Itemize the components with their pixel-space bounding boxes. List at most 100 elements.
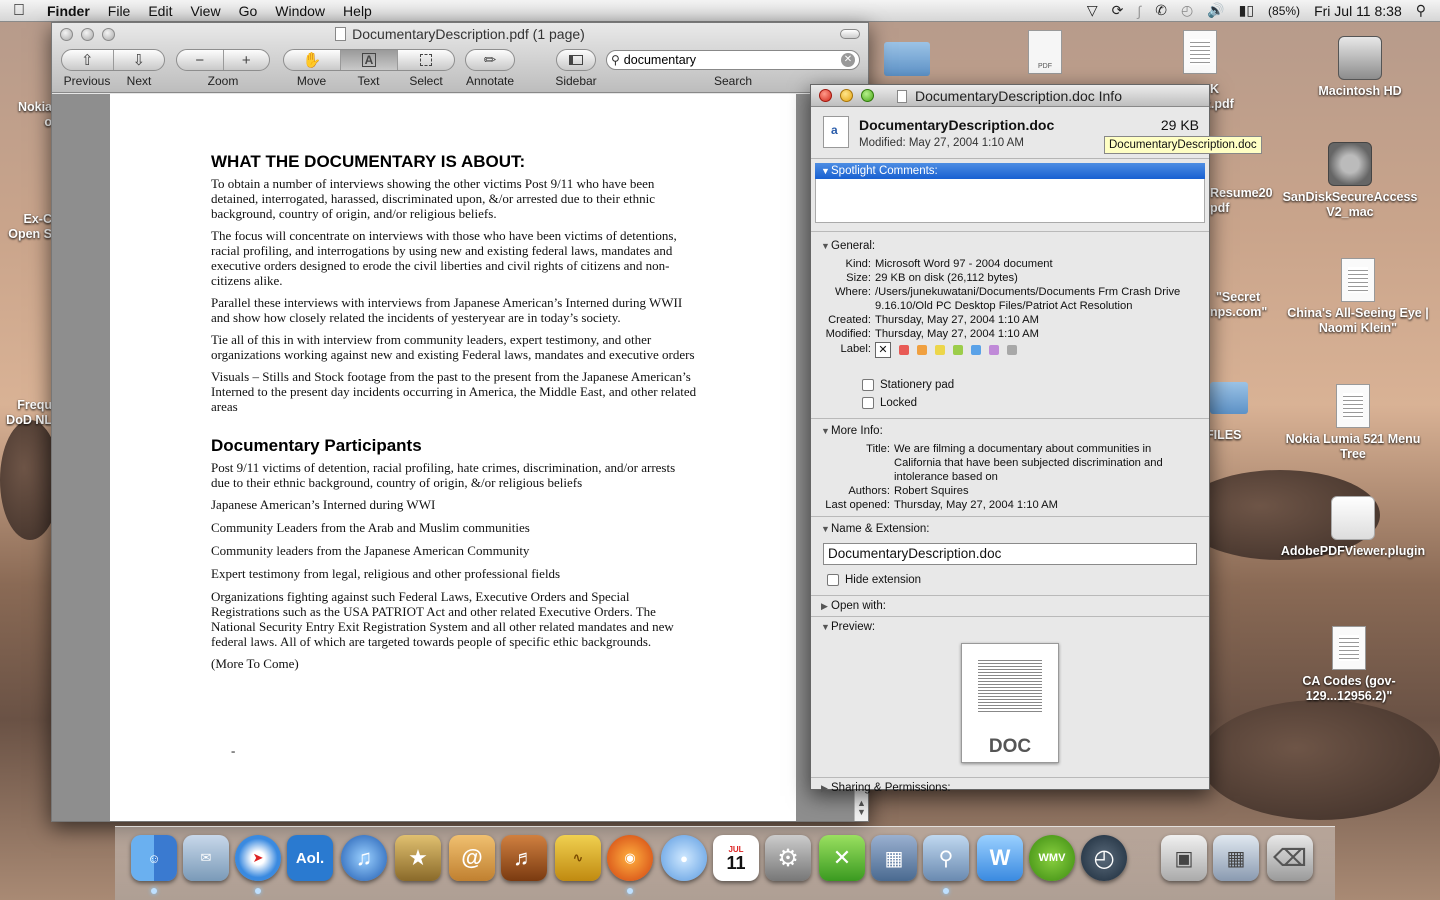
word-dock-icon[interactable]: W — [977, 835, 1023, 881]
menu-file[interactable]: File — [99, 3, 140, 19]
safari-dock-icon[interactable]: ➤ — [235, 835, 281, 881]
aol-dock-icon[interactable]: Aol. — [287, 835, 333, 881]
zoom-button[interactable] — [861, 89, 874, 102]
menu-view[interactable]: View — [181, 3, 229, 19]
name-extension-field[interactable]: DocumentaryDescription.doc — [823, 543, 1197, 565]
zoom-out-button[interactable]: − — [177, 50, 224, 70]
pdf-page[interactable]: WHAT THE DOCUMENTARY IS ABOUT: To obtain… — [110, 94, 796, 821]
locked-checkbox[interactable]: Locked — [811, 394, 1209, 412]
desktop-pdf-icon[interactable]: PDF — [1028, 30, 1062, 74]
clear-search-icon[interactable]: ✕ — [841, 53, 855, 67]
finder-dock-icon[interactable]: ☺ — [131, 835, 177, 881]
phone-icon[interactable]: ✆ — [1155, 2, 1167, 19]
menu-app-name[interactable]: Finder — [38, 3, 99, 19]
scroll-arrows-icon[interactable]: ▲ ▼ — [857, 799, 866, 817]
menubar-clock[interactable]: Fri Jul 11 8:38 — [1314, 3, 1402, 19]
move-tool-button[interactable]: ✋ — [284, 50, 341, 70]
desktop-folder-icon[interactable] — [884, 42, 930, 76]
excel-dock-icon[interactable]: ✕ — [819, 835, 865, 881]
wmv-label: WMV — [1038, 852, 1066, 864]
text-tool-button[interactable]: A — [341, 50, 398, 70]
partial-label-line: Ex-C — [23, 212, 52, 226]
sidebar-button[interactable] — [557, 50, 595, 70]
desktop-icon-ca-codes[interactable]: CA Codes (gov-129...12956.2)" — [1274, 626, 1424, 704]
mail-dock-icon[interactable]: ✉ — [183, 835, 229, 881]
volume-icon[interactable]: 🔊 — [1207, 2, 1224, 19]
sync-icon[interactable]: ⟳ — [1112, 2, 1124, 19]
desktop-partial-label-freq[interactable]: Frequ DoD NL — [0, 398, 52, 428]
desktop-partial-label-nokia[interactable]: Nokia o — [0, 100, 52, 130]
expose-dock-icon[interactable]: ▦ — [871, 835, 917, 881]
itunes-dock-icon[interactable]: ♫ — [341, 835, 387, 881]
label-orange[interactable] — [917, 345, 927, 355]
label-blue[interactable] — [971, 345, 981, 355]
label-yellow[interactable] — [935, 345, 945, 355]
system-preferences-dock-icon[interactable]: ⚙ — [765, 835, 811, 881]
desktop-doc-icon-top[interactable] — [1183, 30, 1217, 74]
address-book-dock-icon[interactable]: @ — [449, 835, 495, 881]
toolbar-toggle-button[interactable] — [840, 29, 860, 39]
no-label-x-icon[interactable]: ✕ — [875, 342, 891, 358]
label-purple[interactable] — [989, 345, 999, 355]
label-gray[interactable] — [1007, 345, 1017, 355]
desktop-partial-label-ex[interactable]: Ex-C Open S — [0, 212, 52, 242]
stack-documents-dock-icon[interactable]: ▣ — [1161, 835, 1207, 881]
desktop-partial-label-secret[interactable]: "Secret nps.com" — [1210, 290, 1280, 320]
desktop-icon-sandisk[interactable]: SanDiskSecureAccess V2_mac — [1275, 142, 1425, 220]
search-field[interactable]: ⚲ ✕ — [606, 50, 860, 70]
label-green[interactable] — [953, 345, 963, 355]
sound-app-dock-icon[interactable]: ∿ — [555, 835, 601, 881]
sidebar-group — [556, 49, 596, 71]
open-with-header[interactable]: ▶ Open with: — [811, 596, 1209, 616]
desktop-folder-icon-files[interactable] — [1210, 382, 1248, 414]
pdf-viewport[interactable]: WHAT THE DOCUMENTARY IS ABOUT: To obtain… — [52, 94, 856, 821]
battery-icon[interactable]: ▮▯ — [1239, 2, 1254, 19]
garageband-dock-icon[interactable]: ♬ — [501, 835, 547, 881]
search-input[interactable] — [623, 53, 841, 67]
desktop-icon-macintosh-hd[interactable]: Macintosh HD — [1285, 36, 1435, 99]
previous-button[interactable]: ⇧ — [62, 50, 114, 70]
facetime-dock-icon[interactable]: ● — [661, 835, 707, 881]
stationery-pad-checkbox[interactable]: Stationery pad — [811, 376, 1209, 394]
stack-downloads-dock-icon[interactable]: ▦ — [1213, 835, 1259, 881]
apple-menu-icon[interactable]:  — [0, 2, 38, 20]
spotlight-search-icon[interactable]: ⚲ — [1416, 2, 1426, 19]
desktop-partial-label-resume[interactable]: Resume20 pdf — [1210, 186, 1290, 216]
next-button[interactable]: ⇩ — [114, 50, 165, 70]
general-header[interactable]: ▼General: — [811, 236, 1209, 256]
zoom-in-button[interactable]: + — [224, 50, 270, 70]
label-red[interactable] — [899, 345, 909, 355]
desktop-icon-china-article[interactable]: China's All-Seeing Eye | Naomi Klein" — [1283, 258, 1433, 336]
menu-help[interactable]: Help — [334, 3, 381, 19]
trash-dock-icon[interactable]: ⌫ — [1267, 835, 1313, 881]
imovie-dock-icon[interactable]: ★ — [395, 835, 441, 881]
checkbox-box[interactable] — [827, 574, 839, 586]
desktop-icon-adobe-plugin[interactable]: AdobePDFViewer.plugin — [1278, 496, 1428, 559]
preview-header[interactable]: ▼Preview: — [811, 617, 1209, 637]
menu-window[interactable]: Window — [266, 3, 334, 19]
checkbox-box[interactable] — [862, 379, 874, 391]
desktop-icon-nokia-menu[interactable]: Nokia Lumia 521 Menu Tree — [1278, 384, 1428, 462]
spotlight-comments-header[interactable]: ▼Spotlight Comments: — [815, 163, 1205, 179]
spotlight-comments-field[interactable] — [815, 179, 1205, 223]
checkbox-box[interactable] — [862, 397, 874, 409]
close-button[interactable] — [819, 89, 832, 102]
wifi-icon[interactable]: ▽ — [1087, 2, 1098, 19]
more-info-header[interactable]: ▼More Info: — [811, 421, 1209, 441]
menu-go[interactable]: Go — [230, 3, 267, 19]
time-machine-dock-icon[interactable]: ◴ — [1081, 835, 1127, 881]
minimize-button[interactable] — [840, 89, 853, 102]
time-machine-icon[interactable]: ◴ — [1181, 2, 1193, 19]
firefox-dock-icon[interactable]: ◉ — [607, 835, 653, 881]
select-tool-button[interactable] — [398, 50, 454, 70]
annotate-button[interactable]: ✏ — [466, 50, 514, 70]
hide-extension-checkbox[interactable]: Hide extension — [811, 571, 1209, 589]
wmv-player-dock-icon[interactable]: WMV — [1029, 835, 1075, 881]
menu-edit[interactable]: Edit — [139, 3, 181, 19]
bluetooth-icon[interactable]: ∫ — [1137, 3, 1141, 19]
desktop-partial-label-files[interactable]: FILES — [1206, 428, 1266, 443]
name-extension-header[interactable]: ▼Name & Extension: — [811, 519, 1209, 539]
ical-dock-icon[interactable]: JUL 11 — [713, 835, 759, 881]
preview-dock-icon[interactable]: ⚲ — [923, 835, 969, 881]
sharing-permissions-header[interactable]: ▶ Sharing & Permissions: — [811, 778, 1209, 798]
